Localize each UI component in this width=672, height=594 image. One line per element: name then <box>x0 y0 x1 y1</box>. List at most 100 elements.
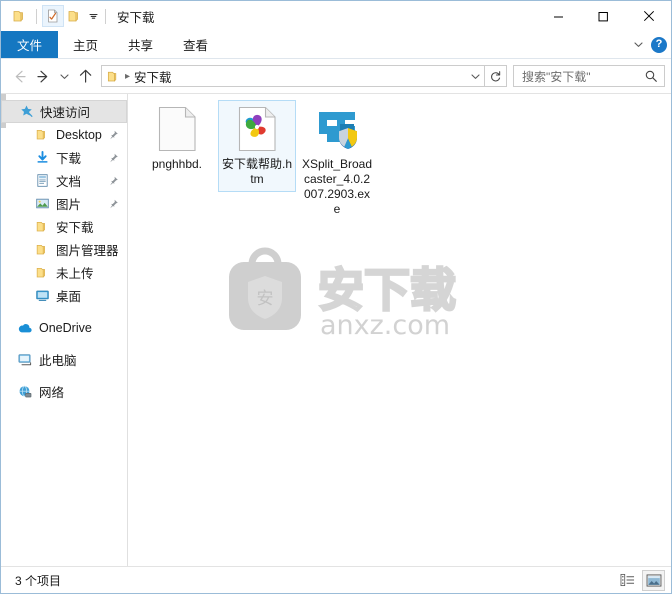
file-name-label: 安下载帮助.htm <box>221 157 292 186</box>
status-bar: 3 个项目 <box>1 566 671 593</box>
pictures-icon <box>34 196 50 212</box>
folder-icon[interactable] <box>9 5 31 27</box>
sidebar-item-label: 文档 <box>56 175 82 189</box>
large-icons-view-button[interactable] <box>642 569 665 591</box>
breadcrumb-item-current[interactable]: 安下载 <box>134 67 172 86</box>
file-list-view[interactable]: pnghhbd. 安下载帮助.htm XSplit_Broadcaster_4.… <box>128 94 671 566</box>
sidebar-item-this-pc[interactable]: 此电脑 <box>1 348 127 371</box>
breadcrumb-separator-icon: ▸ <box>125 70 131 82</box>
sidebar-item-label: 桌面 <box>56 290 82 304</box>
item-count-label: 3 个项目 <box>15 573 62 588</box>
help-icon[interactable]: ? <box>651 36 667 53</box>
this-pc-icon <box>17 352 33 368</box>
sidebar-item-desktop-en[interactable]: Desktop <box>1 123 127 146</box>
minimize-button[interactable] <box>536 1 581 31</box>
address-dropdown-chevron-icon[interactable] <box>466 71 484 82</box>
view-mode-buttons <box>616 569 665 591</box>
sidebar-item-network[interactable]: 网络 <box>1 380 127 403</box>
ribbon-tabs: 文件 主页 共享 查看 ? <box>1 31 671 59</box>
sidebar-item-label: 图片管理器 <box>56 244 119 258</box>
search-input[interactable]: 搜索"安下载" <box>514 68 591 85</box>
star-pin-icon <box>18 104 34 120</box>
file-item-xsplit-broadcaster-exe[interactable]: XSplit_Broadcaster_4.0.2007.2903.exe <box>298 100 376 222</box>
sidebar-item-label: 快速访问 <box>40 106 91 120</box>
folder-icon <box>34 219 50 235</box>
file-explorer-window: 安下载 文件 主页 共享 查看 ? ▸ 安下载 搜索"安下载" 快速访问 Des… <box>0 0 672 594</box>
address-bar[interactable]: ▸ 安下载 <box>101 65 485 87</box>
recent-locations-chevron-icon[interactable] <box>55 64 73 88</box>
tab-view[interactable]: 查看 <box>168 31 223 58</box>
network-icon <box>17 384 33 400</box>
forward-button[interactable] <box>31 64 55 88</box>
sidebar-item-picture-manager[interactable]: 图片管理器 <box>1 238 127 261</box>
xsplit-exe-icon <box>313 105 361 153</box>
sidebar-item-label: 图片 <box>56 198 82 212</box>
documents-icon <box>34 173 50 189</box>
file-items-container: pnghhbd. 安下载帮助.htm XSplit_Broadcaster_4.… <box>128 94 671 222</box>
sidebar-item-documents[interactable]: 文档 <box>1 169 127 192</box>
properties-icon[interactable] <box>42 5 64 27</box>
search-box[interactable]: 搜索"安下载" <box>513 65 665 87</box>
tab-share[interactable]: 共享 <box>113 31 168 58</box>
sidebar-item-label: 此电脑 <box>39 354 77 368</box>
chrome-html-icon <box>233 105 281 153</box>
back-button[interactable] <box>7 64 31 88</box>
maximize-button[interactable] <box>581 1 626 31</box>
downloads-icon <box>34 150 50 166</box>
toolbar-divider-2 <box>105 8 106 24</box>
title-bar: 安下载 <box>1 1 671 31</box>
pin-icon[interactable] <box>108 129 119 140</box>
customize-toolbar-chevron-icon[interactable] <box>86 5 100 27</box>
new-folder-icon[interactable] <box>64 5 86 27</box>
file-item-anxiazai-help-htm[interactable]: 安下载帮助.htm <box>218 100 296 192</box>
pin-icon[interactable] <box>108 198 119 209</box>
sidebar-item-downloads[interactable]: 下载 <box>1 146 127 169</box>
file-name-label: pnghhbd. <box>151 157 203 171</box>
sidebar-item-label: 下载 <box>56 152 82 166</box>
window-controls <box>536 1 671 31</box>
explorer-body: 快速访问 Desktop 下载 文档 图片 安下载 图片管理器 未上传 桌面 O… <box>1 93 671 566</box>
watermark-url: anxz.com <box>320 310 450 339</box>
sidebar-item-label: OneDrive <box>39 320 92 335</box>
folder-icon <box>34 265 50 281</box>
tab-home[interactable]: 主页 <box>58 31 113 58</box>
toolbar-divider <box>36 8 37 24</box>
sidebar-item-anxiazai[interactable]: 安下载 <box>1 215 127 238</box>
folder-icon <box>34 127 50 143</box>
sidebar-item-quick-access[interactable]: 快速访问 <box>1 100 127 123</box>
sidebar-item-pictures[interactable]: 图片 <box>1 192 127 215</box>
up-button[interactable] <box>73 64 97 88</box>
ribbon-right-controls: ? <box>629 31 667 58</box>
folder-icon <box>34 242 50 258</box>
refresh-button[interactable] <box>485 65 507 87</box>
file-name-label: XSplit_Broadcaster_4.0.2007.2903.exe <box>301 157 373 216</box>
navigation-pane: 快速访问 Desktop 下载 文档 图片 安下载 图片管理器 未上传 桌面 O… <box>1 94 128 566</box>
desktop-icon <box>34 288 50 304</box>
tab-file[interactable]: 文件 <box>1 31 59 58</box>
navigation-bar: ▸ 安下载 搜索"安下载" <box>1 59 671 93</box>
sidebar-item-desktop-cn[interactable]: 桌面 <box>1 284 127 307</box>
watermark: 安 安下载 anxz.com <box>223 244 523 341</box>
onedrive-icon <box>17 320 33 336</box>
watermark-bag-logo: 安 <box>229 247 301 330</box>
svg-text:安: 安 <box>257 289 274 309</box>
details-view-button[interactable] <box>616 570 639 591</box>
sidebar-item-label: Desktop <box>56 127 102 142</box>
window-title: 安下载 <box>117 10 155 25</box>
quick-access-toolbar <box>1 1 111 31</box>
sidebar-item-label: 安下载 <box>56 221 94 235</box>
sidebar-item-not-uploaded[interactable]: 未上传 <box>1 261 127 284</box>
sidebar-item-onedrive[interactable]: OneDrive <box>1 316 127 339</box>
close-button[interactable] <box>626 1 671 31</box>
search-icon[interactable] <box>644 69 658 83</box>
sidebar-item-label: 未上传 <box>56 267 94 281</box>
pin-icon[interactable] <box>108 175 119 186</box>
watermark-text: 安下载 <box>318 263 456 317</box>
file-item-pnghhbd[interactable]: pnghhbd. <box>138 100 216 177</box>
breadcrumb-folder-icon <box>106 69 121 84</box>
ribbon-collapse-chevron-icon[interactable] <box>629 39 647 50</box>
pin-icon[interactable] <box>108 152 119 163</box>
